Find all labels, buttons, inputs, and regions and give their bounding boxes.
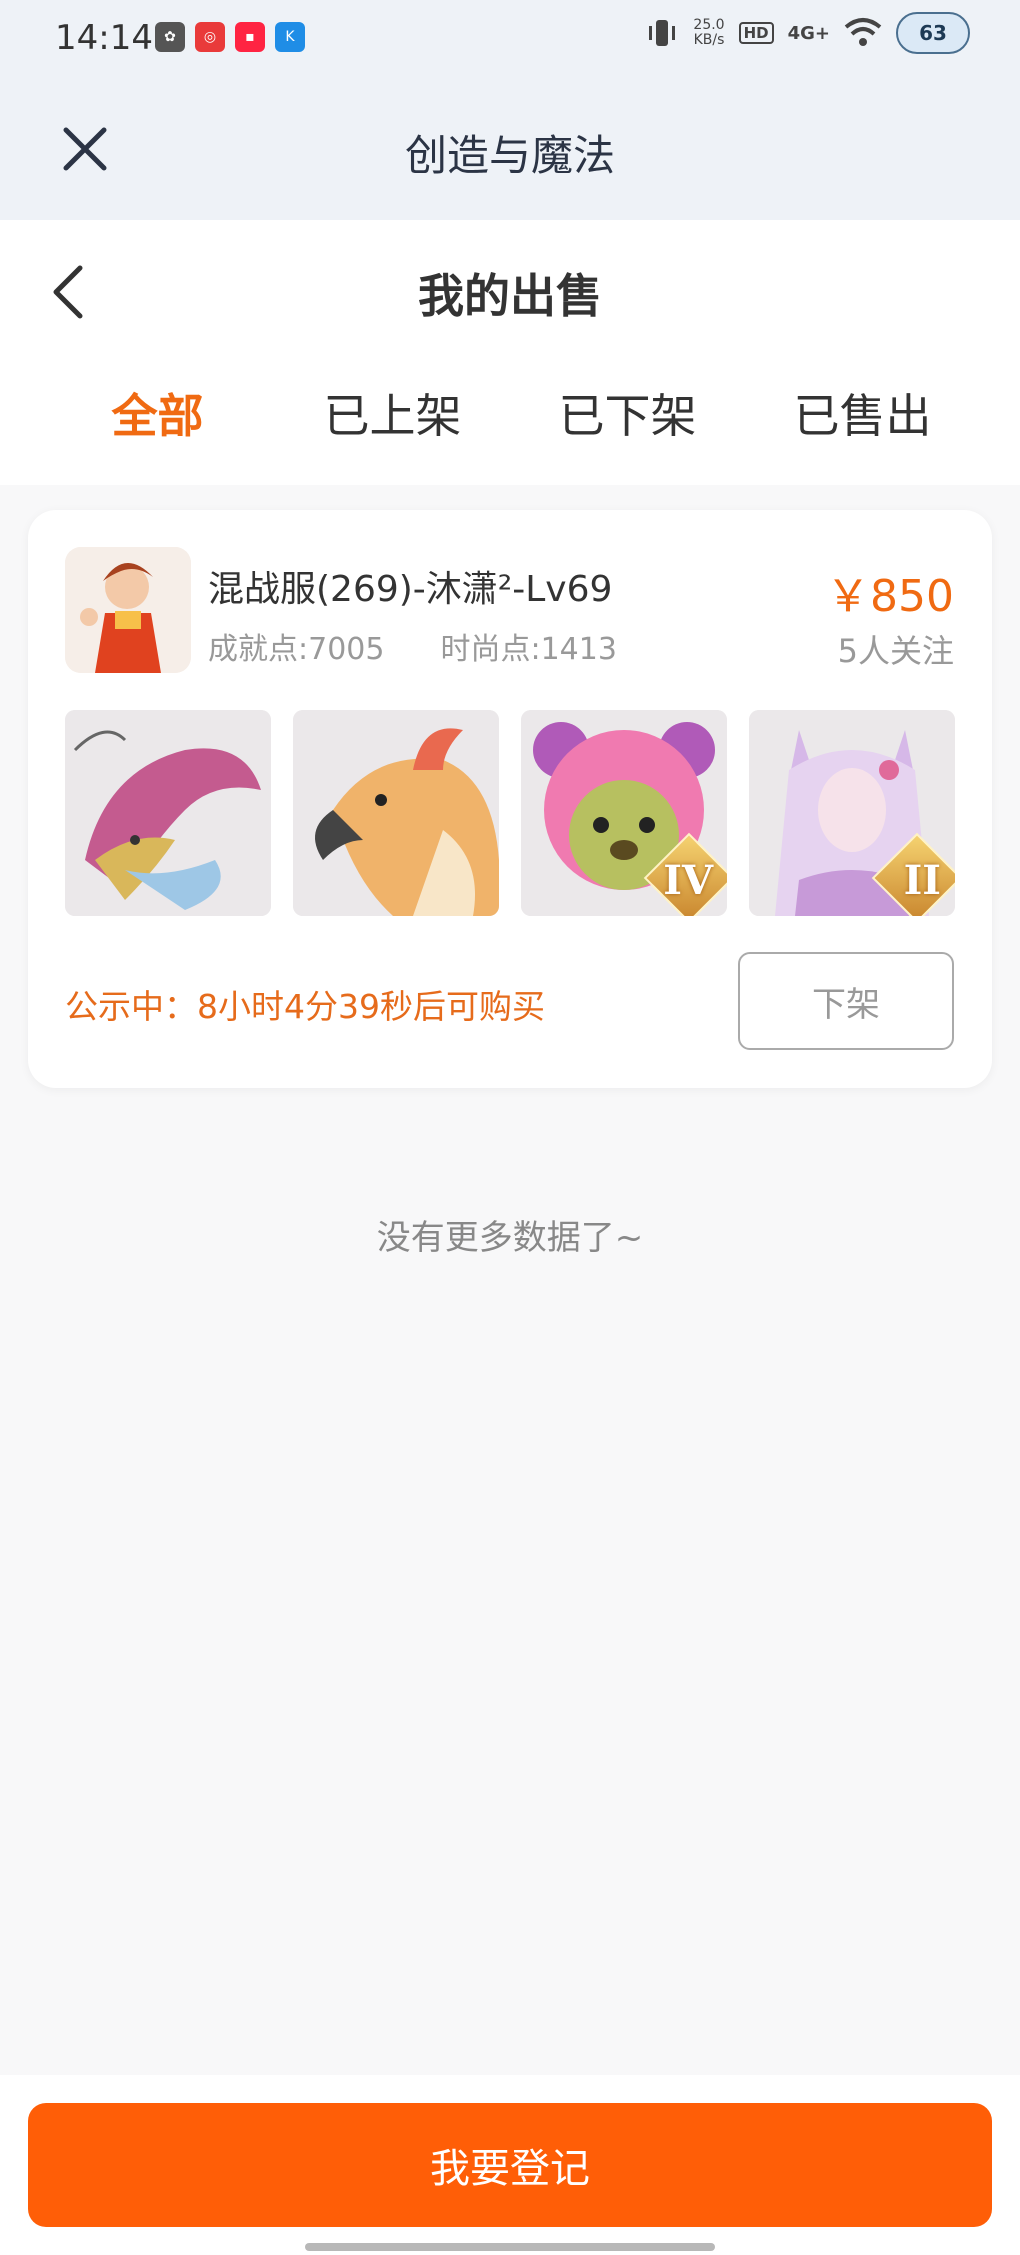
wifi-icon — [844, 18, 882, 46]
list-end-text: 没有更多数据了~ — [376, 1218, 644, 1258]
hd-badge: HD — [738, 22, 774, 44]
fashion-points: 时尚点:1413 — [440, 632, 617, 667]
page: 14:14 ✿ ◎ ▪ K 25.0 KB/s HD 4G+ 63 创造与魔法 … — [0, 0, 1020, 2255]
app-title: 创造与魔法 — [404, 131, 615, 180]
status-indicators: 25.0 KB/s HD 4G+ 63 — [645, 12, 970, 54]
status-app-icons: ✿ ◎ ▪ K — [155, 22, 305, 52]
character-avatar — [65, 547, 191, 673]
tab-listed[interactable]: 已上架 — [275, 380, 510, 446]
listing-price: ￥850 — [826, 571, 954, 622]
mini-app-bar: 创造与魔法 — [0, 80, 1020, 220]
pink-bear-pet-icon[interactable]: IV — [521, 710, 727, 916]
page-title: 我的出售 — [418, 269, 602, 323]
listing-stats: 成就点:7005 时尚点:1413 — [208, 624, 617, 668]
listing-card[interactable]: 混战服(269)-沐潇²-Lv69 成就点:7005 时尚点:1413 ￥850… — [28, 510, 992, 1088]
battery-indicator: 63 — [896, 12, 970, 54]
net-speed-value: 25.0 — [693, 17, 725, 33]
rank-label: II — [903, 857, 941, 904]
status-tabs: 全部 已上架 已下架 已售出 — [40, 380, 980, 446]
tab-delisted[interactable]: 已下架 — [510, 380, 745, 446]
achievement-points: 成就点:7005 — [208, 632, 385, 667]
k-app-icon: K — [275, 22, 305, 52]
vibrate-icon — [649, 20, 676, 46]
bottom-bar: 我要登记 — [0, 2075, 1020, 2255]
listing-name: 混战服(269)-沐潇²-Lv69 — [208, 569, 613, 610]
fox-fairy-costume-icon[interactable]: II — [749, 710, 955, 916]
pinwheel-app-icon: ✿ — [155, 22, 185, 52]
home-indicator[interactable] — [305, 2243, 715, 2251]
item-thumbnails: IV II — [65, 710, 955, 916]
page-header: 我的出售 全部 已上架 已下架 已售出 — [0, 220, 1020, 485]
follower-count: 5人关注 — [837, 632, 954, 670]
tab-sold[interactable]: 已售出 — [745, 380, 980, 446]
delist-button[interactable]: 下架 — [738, 952, 954, 1050]
status-bar: 14:14 ✿ ◎ ▪ K 25.0 KB/s HD 4G+ 63 — [0, 0, 1020, 80]
net-speed: 25.0 KB/s — [693, 18, 724, 48]
xiaohongshu-icon: ▪ — [235, 22, 265, 52]
register-button[interactable]: 我要登记 — [28, 2103, 992, 2227]
phoenix-mount-icon[interactable] — [293, 710, 499, 916]
netease-music-icon: ◎ — [195, 22, 225, 52]
tab-all[interactable]: 全部 — [40, 380, 275, 446]
net-speed-unit: KB/s — [693, 32, 725, 48]
cell-signal-icon: 4G+ — [787, 22, 830, 44]
publicity-notice: 公示中：8小时4分39秒后可购买 — [65, 987, 545, 1026]
dragon-mount-icon[interactable] — [65, 710, 271, 916]
status-time: 14:14 — [55, 18, 153, 58]
rank-label: IV — [663, 857, 713, 904]
